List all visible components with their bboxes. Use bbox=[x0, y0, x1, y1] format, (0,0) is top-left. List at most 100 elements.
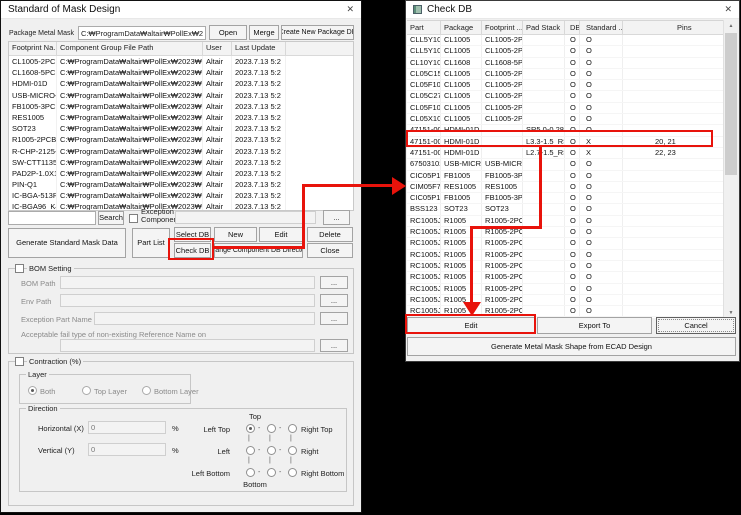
table-row[interactable]: SOT23 C:₩ProgramData₩altair₩PollEx₩2023₩… bbox=[9, 123, 353, 134]
direction-right-radio[interactable] bbox=[288, 446, 297, 455]
col-user[interactable]: User bbox=[203, 42, 232, 55]
bom-path-field[interactable] bbox=[60, 276, 315, 289]
exception-component-field[interactable] bbox=[175, 211, 316, 224]
layer-group: Layer Both Top Layer Bottom Layer bbox=[19, 374, 191, 404]
col-footprint[interactable]: Footprint ... bbox=[482, 21, 523, 34]
direction-right-top-radio[interactable] bbox=[288, 424, 297, 433]
table-row[interactable]: RC1005J515 R1005 R1005-2PCB O O bbox=[407, 284, 723, 295]
table-row[interactable]: CIC05P121J FB1005 FB1005-3PCB O O bbox=[407, 193, 723, 204]
generate-metal-mask-shape-button[interactable]: Generate Metal Mask Shape from ECAD Desi… bbox=[407, 337, 736, 356]
part-list-button[interactable]: Part List bbox=[132, 228, 170, 258]
table-row[interactable]: RC1005J103 R1005 R1005-2PCB O O bbox=[407, 272, 723, 283]
exception-part-more-button[interactable]: ... bbox=[320, 312, 348, 325]
direction-left-top-radio[interactable] bbox=[246, 424, 255, 433]
cell-part: RC1005J000 bbox=[407, 216, 441, 226]
direction-center-radio[interactable] bbox=[267, 446, 276, 455]
exception-more-button[interactable]: ... bbox=[323, 210, 350, 225]
direction-bottom-radio[interactable] bbox=[267, 468, 276, 477]
cancel-button[interactable]: Cancel bbox=[656, 317, 736, 334]
table-row[interactable]: FB1005-3PCB C:₩ProgramData₩altair₩PollEx… bbox=[9, 101, 353, 112]
table-row[interactable]: RES1005 C:₩ProgramData₩altair₩PollEx₩202… bbox=[9, 112, 353, 123]
table-row[interactable]: CL05F103ZI CL1005 CL1005-2PCB O O bbox=[407, 103, 723, 114]
direction-top-radio[interactable] bbox=[267, 424, 276, 433]
exception-part-name-field[interactable] bbox=[94, 312, 315, 325]
table-row[interactable]: 675031020- USB-MICRO USB-MICRO- O O bbox=[407, 159, 723, 170]
table-row[interactable]: HDMI-01D C:₩ProgramData₩altair₩PollEx₩20… bbox=[9, 78, 353, 89]
table-row[interactable]: RC1005J103 R1005 R1005-2PCB O O bbox=[407, 227, 723, 238]
direction-right-bottom-radio[interactable] bbox=[288, 468, 297, 477]
search-button[interactable]: Search bbox=[98, 211, 124, 225]
direction-left-bottom-radio[interactable] bbox=[246, 468, 255, 477]
create-new-package-db-button[interactable]: Create New Package DB bbox=[281, 25, 354, 40]
new-button[interactable]: New bbox=[214, 227, 257, 242]
col-part[interactable]: Part bbox=[407, 21, 441, 34]
cell-pad-stack bbox=[523, 261, 565, 271]
exception-component-checkbox[interactable] bbox=[129, 214, 138, 223]
table-row[interactable]: CLL5Y104M CL1005 CL1005-2PCB O O bbox=[407, 46, 723, 57]
table-row[interactable]: R-CHP-2125-F C:₩ProgramData₩altair₩PollE… bbox=[9, 146, 353, 157]
cell-db: O bbox=[565, 306, 580, 316]
vertical-y-input[interactable] bbox=[88, 443, 166, 456]
vertical-scrollbar[interactable]: ▲ ▼ bbox=[723, 20, 737, 318]
table-row[interactable]: BSS123 SOT23 SOT23 O O bbox=[407, 204, 723, 215]
col-standard[interactable]: Standard ... bbox=[580, 21, 623, 34]
table-row[interactable]: RC1005J104 R1005 R1005-2PCB O O bbox=[407, 261, 723, 272]
generate-standard-mask-data-button[interactable]: Generate Standard Mask Data bbox=[8, 228, 126, 258]
export-to-button[interactable]: Export To bbox=[537, 317, 652, 334]
annotation-edit-button-box bbox=[405, 314, 536, 334]
open-button[interactable]: Open bbox=[209, 25, 247, 40]
table-row[interactable]: CL10Y106M CL1608 CL1608-5PCB O O bbox=[407, 58, 723, 69]
table-row[interactable]: RC1005J103 R1005 R1005-2PCB O O bbox=[407, 238, 723, 249]
table-row[interactable]: CL05C150JE CL1005 CL1005-2PCB O O bbox=[407, 69, 723, 80]
table-row[interactable]: CL1608-5PCB C:₩ProgramData₩altair₩PollEx… bbox=[9, 67, 353, 78]
table-row[interactable]: RC1005J000 R1005 R1005-2PCB O O bbox=[407, 216, 723, 227]
cell-updated: 2023.7.13 5:2 bbox=[232, 201, 286, 211]
direction-left-radio[interactable] bbox=[246, 446, 255, 455]
direction-right-top-label: Right Top bbox=[301, 425, 333, 434]
env-path-field[interactable] bbox=[60, 294, 315, 307]
close-icon[interactable]: ✕ bbox=[346, 4, 354, 15]
bom-setting-checkbox[interactable] bbox=[15, 264, 24, 273]
col-pins[interactable]: Pins bbox=[623, 21, 723, 34]
table-row[interactable]: CL05X105M CL1005 CL1005-2PCB O O bbox=[407, 114, 723, 125]
close-button[interactable]: Close bbox=[307, 243, 353, 258]
merge-button[interactable]: Merge bbox=[249, 25, 279, 40]
search-input[interactable] bbox=[8, 211, 96, 225]
table-row[interactable]: CL05C270JE CL1005 CL1005-2PCB O O bbox=[407, 91, 723, 102]
cell-path: C:₩ProgramData₩altair₩PollEx₩2023₩Exam bbox=[57, 134, 203, 145]
table-row[interactable]: RC1005J105 R1005 R1005-2PCB O O bbox=[407, 295, 723, 306]
cell-standard: O bbox=[580, 204, 623, 214]
col-db[interactable]: DB bbox=[565, 21, 580, 34]
env-path-more-button[interactable]: ... bbox=[320, 294, 348, 307]
col-component-group-path[interactable]: Component Group File Path bbox=[57, 42, 203, 55]
package-metal-mask-path-input[interactable] bbox=[78, 26, 206, 40]
cell-part: RC1005J105 bbox=[407, 295, 441, 305]
col-package[interactable]: Package bbox=[441, 21, 482, 34]
table-row[interactable]: PAD2P-1.0X1.0 C:₩ProgramData₩altair₩Poll… bbox=[9, 168, 353, 179]
col-last-update[interactable]: Last Update bbox=[232, 42, 286, 55]
col-pad-stack[interactable]: Pad Stack bbox=[523, 21, 565, 34]
edit-button[interactable]: Edit bbox=[259, 227, 303, 242]
acceptable-fail-more-button[interactable]: ... bbox=[320, 339, 348, 352]
table-row[interactable]: RC1005J103 R1005 R1005-2PCB O O bbox=[407, 250, 723, 261]
table-row[interactable]: SW-CTT1135 C:₩ProgramData₩altair₩PollEx₩… bbox=[9, 157, 353, 168]
scrollbar-thumb[interactable] bbox=[725, 33, 737, 175]
table-row[interactable]: CLL5Y104M CL1005 CL1005-2PCB O O bbox=[407, 35, 723, 46]
table-row[interactable]: CIM05F750 RES1005 RES1005 O O bbox=[407, 182, 723, 193]
table-row[interactable]: CL05F103ZI CL1005 CL1005-2PCB O O bbox=[407, 80, 723, 91]
col-footprint-name[interactable]: Footprint Na... bbox=[9, 42, 57, 55]
cell-db: O bbox=[565, 295, 580, 305]
horizontal-x-input[interactable] bbox=[88, 421, 166, 434]
table-row[interactable]: R1005-2PCB C:₩ProgramData₩altair₩PollEx₩… bbox=[9, 134, 353, 145]
close-icon[interactable]: ✕ bbox=[724, 4, 732, 15]
table-row[interactable]: CL1005-2PCB C:₩ProgramData₩altair₩PollEx… bbox=[9, 56, 353, 67]
scroll-up-icon[interactable]: ▲ bbox=[725, 20, 737, 31]
table-row[interactable]: CIC05P121J FB1005 FB1005-3PCB O O bbox=[407, 171, 723, 182]
annotation-arrowhead-right bbox=[392, 177, 406, 195]
table-row[interactable]: USB-MICRO-5I C:₩ProgramData₩altair₩PollE… bbox=[9, 90, 353, 101]
acceptable-fail-field[interactable] bbox=[60, 339, 315, 352]
bom-path-more-button[interactable]: ... bbox=[320, 276, 348, 289]
delete-button[interactable]: Delete bbox=[307, 227, 353, 242]
contraction-checkbox[interactable] bbox=[15, 357, 24, 366]
table-row[interactable]: 47151-0001 HDMI-01D L2.7-1.5_RS O X 22, … bbox=[407, 148, 723, 159]
